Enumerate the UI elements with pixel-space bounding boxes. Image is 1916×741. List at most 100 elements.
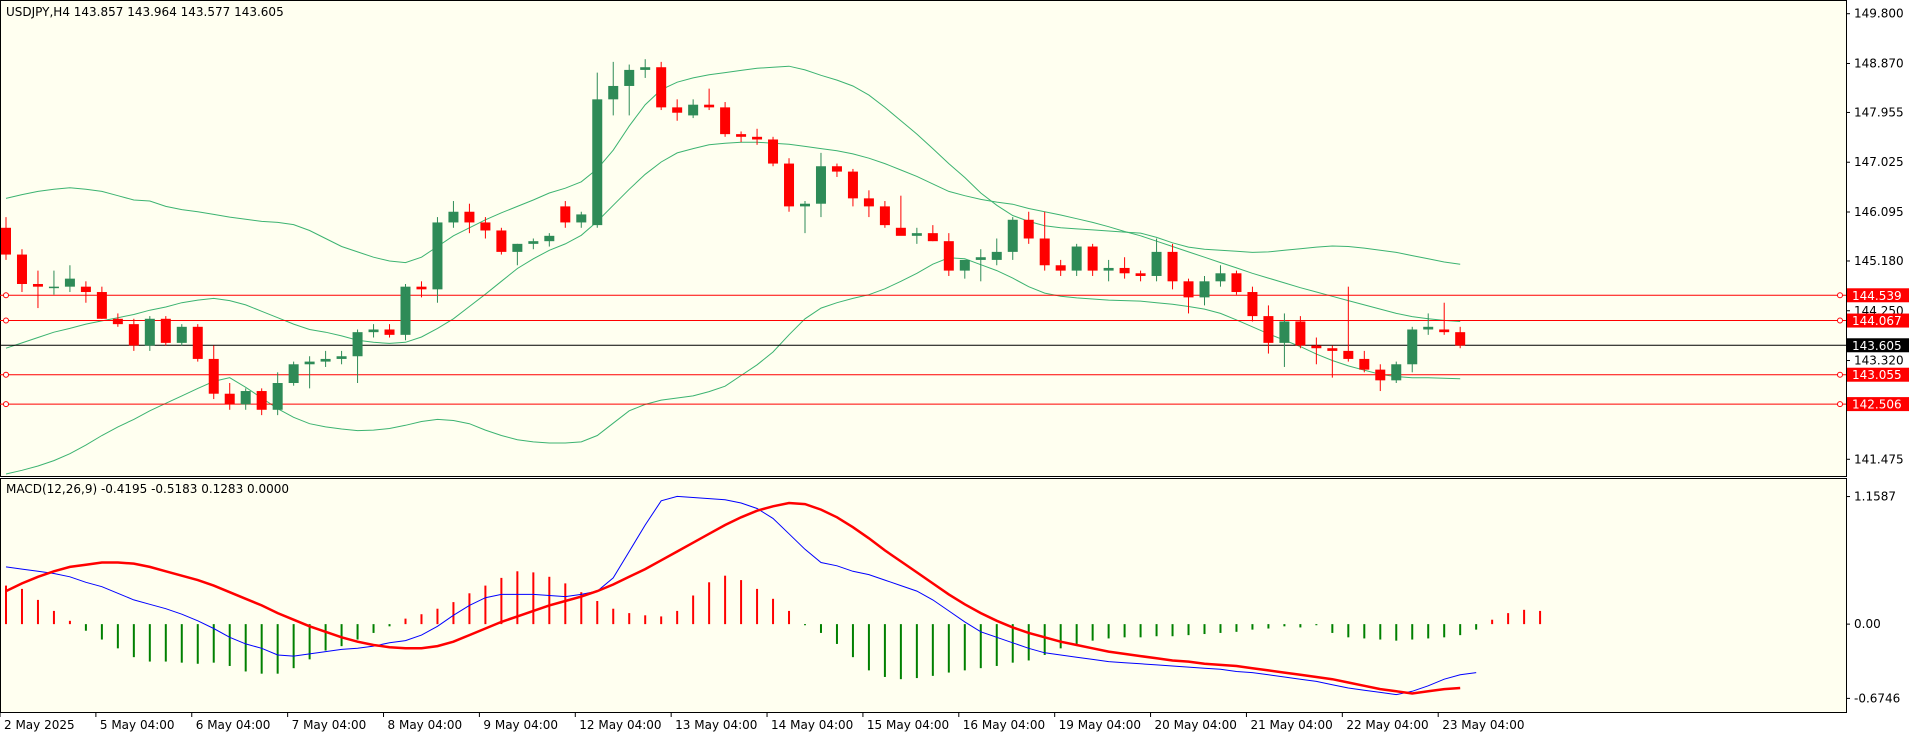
bull-candle (1279, 321, 1290, 343)
level-anchor-left (3, 371, 9, 378)
time-tick-label: 8 May 04:00 (388, 718, 463, 732)
bear-candle (1455, 332, 1466, 346)
time-tick-label: 14 May 04:00 (771, 718, 853, 732)
bull-candle (1215, 273, 1226, 282)
bull-candle (336, 356, 347, 359)
bear-candle (863, 198, 874, 207)
bull-candle (512, 243, 523, 252)
time-tick-label: 19 May 04:00 (1059, 718, 1141, 732)
bear-candle (1055, 265, 1066, 271)
bear-candle (1359, 358, 1370, 370)
bull-candle (352, 332, 363, 357)
bull-candle (991, 251, 1002, 260)
bull-candle (144, 318, 155, 346)
bull-candle (688, 104, 699, 116)
bear-candle (943, 241, 954, 271)
price-tick-label: 147.025 (1854, 155, 1904, 169)
bull-candle (240, 391, 251, 405)
bull-candle (176, 326, 187, 343)
time-tick-label: 20 May 04:00 (1155, 718, 1237, 732)
level-price-tag-label: 144.067 (1852, 314, 1902, 328)
bull-candle (1007, 219, 1018, 252)
bear-candle (416, 286, 427, 290)
macd-tick-label: 1.1587 (1854, 490, 1896, 504)
bear-candle (208, 358, 219, 394)
macd-tick-label: 0.00 (1854, 617, 1881, 631)
bear-candle (1439, 329, 1450, 333)
bull-candle (959, 259, 970, 271)
bear-candle (1295, 321, 1306, 346)
bull-candle (911, 233, 922, 236)
bear-candle (1231, 273, 1242, 293)
bull-candle (64, 278, 75, 287)
bull-candle (1423, 326, 1434, 330)
price-tick-label: 146.095 (1854, 205, 1904, 219)
bull-candle (1103, 267, 1114, 271)
bull-candle (1071, 246, 1082, 271)
mt4-chart-window[interactable]: 149.800 148.870 147.955 147.025 146.095 145.1… (0, 0, 1916, 737)
bull-candle (1391, 364, 1402, 381)
bear-candle (672, 107, 683, 113)
bear-candle (1311, 345, 1322, 349)
bull-candle (528, 241, 539, 244)
level-anchor-left (3, 317, 9, 324)
bear-candle (1183, 281, 1194, 298)
time-tick-label: 13 May 04:00 (675, 718, 757, 732)
bull-candle (815, 166, 826, 204)
bear-candle (1375, 369, 1386, 381)
bear-candle (656, 67, 667, 108)
bear-candle (112, 318, 123, 325)
bear-candle (560, 206, 571, 223)
bear-candle (831, 166, 842, 172)
level-anchor-left (3, 401, 9, 408)
price-tick-label: 147.955 (1854, 105, 1904, 119)
bull-candle (800, 203, 810, 207)
bull-candle (272, 383, 283, 410)
bear-candle (927, 233, 938, 242)
chart-canvas[interactable]: 149.800 148.870 147.955 147.025 146.095 145.1… (0, 0, 1916, 737)
time-tick-label: 16 May 04:00 (963, 718, 1045, 732)
bear-candle (384, 329, 395, 335)
bull-candle (608, 85, 619, 100)
bull-candle (592, 99, 603, 226)
bear-candle (480, 222, 491, 231)
macd-pane[interactable] (0, 478, 1847, 713)
price-tick-label: 149.800 (1854, 7, 1904, 21)
time-tick-label: 5 May 04:00 (100, 718, 175, 732)
bear-candle (192, 326, 203, 359)
bear-candle (720, 107, 731, 135)
level-anchor-right (1837, 371, 1843, 378)
price-tick-label: 145.180 (1854, 254, 1904, 268)
bear-candle (704, 104, 715, 108)
bull-candle (1199, 281, 1210, 298)
price-tick-label: 143.320 (1854, 354, 1904, 368)
bull-candle (576, 214, 587, 223)
level-price-tag-label: 142.506 (1852, 398, 1902, 412)
time-tick-label: 9 May 04:00 (483, 718, 558, 732)
bear-candle (80, 286, 91, 293)
bull-candle (448, 211, 459, 223)
bull-candle (288, 364, 299, 384)
bear-candle (224, 393, 235, 405)
current-price-tag-label: 143.605 (1852, 339, 1902, 353)
bear-candle (784, 163, 795, 207)
level-price-tag-label: 143.055 (1852, 368, 1902, 382)
bear-candle (1327, 348, 1338, 351)
time-tick-label: 21 May 04:00 (1250, 718, 1332, 732)
symbol-ohlc-label: USDJPY,H4 143.857 143.964 143.577 143.60… (6, 5, 284, 19)
macd-indicator-label: MACD(12,26,9) -0.4195 -0.5183 0.1283 0.0… (6, 482, 289, 496)
bull-candle (624, 69, 635, 86)
level-anchor-right (1837, 317, 1843, 324)
bear-candle (160, 318, 171, 343)
time-tick-label: 15 May 04:00 (867, 718, 949, 732)
bear-candle (256, 391, 267, 410)
bear-candle (879, 206, 890, 226)
bull-candle (640, 67, 651, 70)
time-tick-label: 2 May 2025 (4, 718, 75, 732)
bull-candle (975, 257, 986, 260)
bull-candle (368, 329, 379, 333)
bear-candle (1167, 251, 1178, 282)
bear-candle (1039, 238, 1050, 266)
bull-candle (304, 361, 315, 365)
level-anchor-right (1837, 401, 1843, 408)
